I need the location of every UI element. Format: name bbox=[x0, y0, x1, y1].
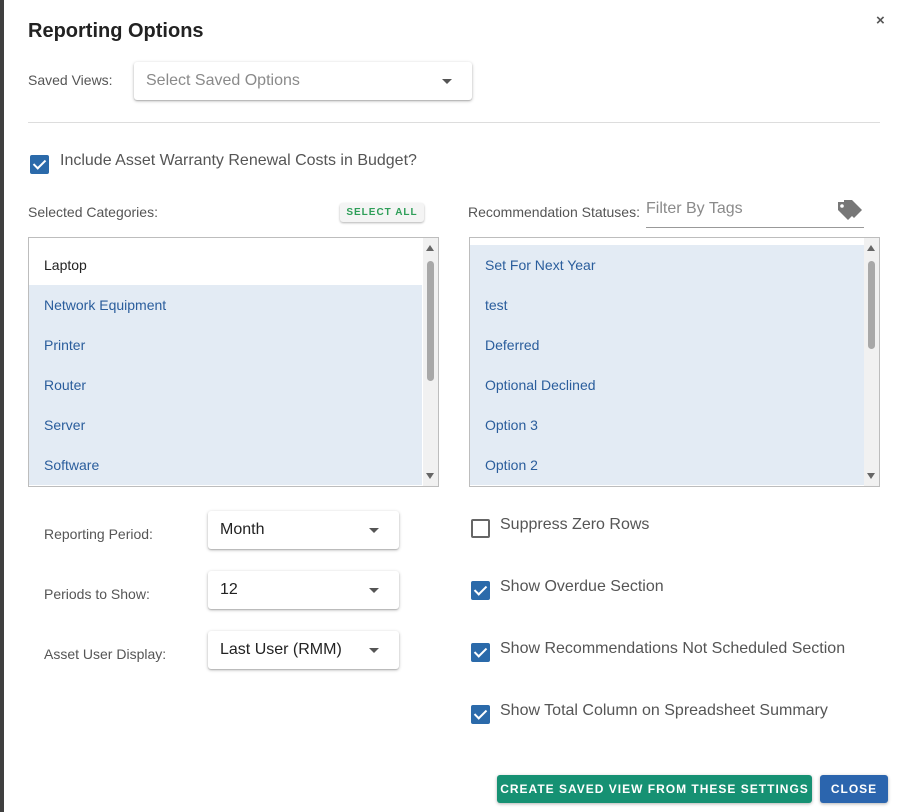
periods-to-show-select[interactable]: 12 bbox=[208, 571, 399, 609]
create-saved-view-button[interactable]: CREATE SAVED VIEW FROM THESE SETTINGS bbox=[497, 775, 812, 803]
category-item[interactable]: Network Equipment bbox=[29, 285, 422, 325]
suppress-zero-rows-label: Suppress Zero Rows bbox=[500, 516, 650, 533]
scroll-up-icon[interactable] bbox=[867, 245, 875, 251]
close-button[interactable]: CLOSE bbox=[820, 775, 888, 803]
reporting-period-select[interactable]: Month bbox=[208, 511, 399, 549]
status-item[interactable]: Optional Declined bbox=[470, 365, 864, 405]
dialog-title: Reporting Options bbox=[28, 20, 204, 42]
reporting-options-dialog: Reporting Options × Saved Views: Select … bbox=[4, 0, 903, 812]
show-total-column-label: Show Total Column on Spreadsheet Summary bbox=[500, 702, 828, 719]
status-item[interactable]: Set For Next Year bbox=[470, 245, 864, 285]
divider bbox=[28, 122, 880, 123]
scroll-up-icon[interactable] bbox=[426, 245, 434, 251]
include-warranty-label: Include Asset Warranty Renewal Costs in … bbox=[60, 152, 417, 169]
saved-views-placeholder: Select Saved Options bbox=[146, 72, 300, 89]
scroll-thumb[interactable] bbox=[868, 261, 875, 349]
reporting-period-label: Reporting Period: bbox=[44, 526, 153, 542]
periods-to-show-label: Periods to Show: bbox=[44, 586, 150, 602]
show-overdue-checkbox[interactable] bbox=[471, 581, 490, 600]
close-icon[interactable]: × bbox=[876, 12, 885, 29]
categories-listbox[interactable]: Laptop Network Equipment Printer Router … bbox=[28, 237, 439, 487]
show-not-scheduled-label: Show Recommendations Not Scheduled Secti… bbox=[500, 640, 846, 657]
reporting-period-value: Month bbox=[220, 521, 265, 538]
category-item[interactable]: Router bbox=[29, 365, 422, 405]
show-not-scheduled-checkbox[interactable] bbox=[471, 643, 490, 662]
status-item[interactable]: Option 2 bbox=[470, 445, 864, 485]
show-total-column-checkbox[interactable] bbox=[471, 705, 490, 724]
chevron-down-icon bbox=[369, 588, 379, 593]
scroll-thumb[interactable] bbox=[427, 261, 434, 381]
chevron-down-icon bbox=[369, 528, 379, 533]
chevron-down-icon bbox=[369, 648, 379, 653]
category-item[interactable]: Software bbox=[29, 445, 422, 485]
statuses-scrollbar[interactable] bbox=[864, 238, 879, 486]
include-warranty-checkbox[interactable] bbox=[30, 155, 49, 174]
select-all-button[interactable]: SELECT ALL bbox=[340, 203, 424, 222]
scroll-down-icon[interactable] bbox=[426, 473, 434, 479]
periods-to-show-value: 12 bbox=[220, 581, 238, 598]
asset-user-display-label: Asset User Display: bbox=[44, 646, 167, 662]
saved-views-label: Saved Views: bbox=[28, 72, 113, 88]
category-item[interactable]: Laptop bbox=[29, 245, 422, 285]
status-item[interactable]: Option 3 bbox=[470, 405, 864, 445]
statuses-listbox[interactable]: Set For Next Year test Deferred Optional… bbox=[469, 237, 880, 487]
asset-user-display-value: Last User (RMM) bbox=[220, 641, 342, 658]
tag-icon[interactable] bbox=[836, 198, 864, 227]
suppress-zero-rows-checkbox[interactable] bbox=[471, 519, 490, 538]
chevron-down-icon bbox=[442, 79, 452, 84]
filter-by-tags-input[interactable] bbox=[646, 200, 831, 218]
scroll-down-icon[interactable] bbox=[867, 473, 875, 479]
category-item[interactable]: Server bbox=[29, 405, 422, 445]
show-overdue-label: Show Overdue Section bbox=[500, 578, 664, 595]
asset-user-display-select[interactable]: Last User (RMM) bbox=[208, 631, 399, 669]
filter-by-tags-field[interactable] bbox=[646, 196, 864, 228]
status-item[interactable]: test bbox=[470, 285, 864, 325]
selected-categories-label: Selected Categories: bbox=[28, 204, 158, 220]
saved-views-select[interactable]: Select Saved Options bbox=[134, 62, 472, 100]
status-item[interactable]: Deferred bbox=[470, 325, 864, 365]
categories-scrollbar[interactable] bbox=[423, 238, 438, 486]
recommendation-statuses-label: Recommendation Statuses: bbox=[468, 204, 640, 220]
category-item[interactable]: Printer bbox=[29, 325, 422, 365]
